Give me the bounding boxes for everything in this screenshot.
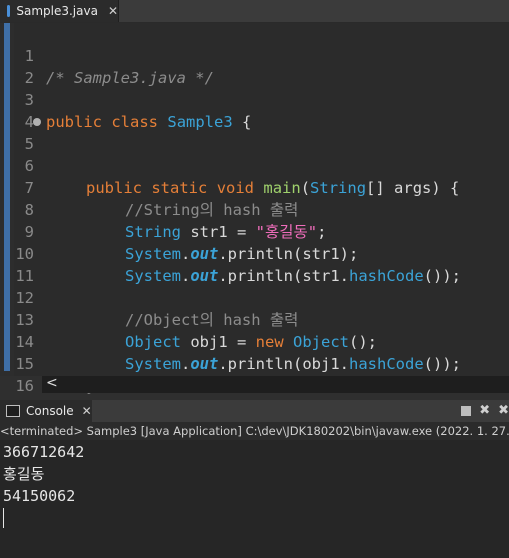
close-icon[interactable]: ✕ <box>108 4 118 18</box>
code-line: 5 public static void main(String[] args)… <box>0 111 509 197</box>
code-line: 1 /* Sample3.java */ <box>0 23 509 87</box>
code-line: 11 <box>0 243 509 285</box>
output-line: 54150062 <box>3 487 76 505</box>
code-line: 9 System.out.println(str1); <box>0 199 509 263</box>
remove-all-icon[interactable]: ✖ <box>498 403 509 418</box>
line-number: 16 <box>15 377 34 395</box>
code-line: 4 <box>0 89 509 131</box>
horizontal-scrollbar[interactable]: < <box>42 375 509 393</box>
tab-console[interactable]: Console ✕ <box>0 400 92 422</box>
code-editor[interactable]: 1 /* Sample3.java */ 2 3 public class Sa… <box>0 23 509 417</box>
code-line: 7 //String의 hash 출력 <box>0 155 509 219</box>
terminate-icon[interactable] <box>461 406 472 416</box>
code-line: 10 System.out.println(str1.hashCode()); <box>0 221 509 285</box>
tab-sample3-java[interactable]: Sample3.java ✕ <box>0 0 119 22</box>
code-line: 15 } <box>0 331 509 395</box>
tab-label: Sample3.java <box>16 4 98 18</box>
code-line: 14 System.out.println(obj1.hashCode()); <box>0 309 509 373</box>
console-output[interactable]: 366712642 홍길동 54150062 <box>0 440 509 558</box>
text-cursor <box>3 508 4 528</box>
code-line: 12 //Object의 hash 출력 <box>0 265 509 329</box>
code-line: 13 Object obj1 = new Object(); <box>0 287 509 351</box>
code-line: 2 <box>0 45 509 87</box>
output-line: 홍길동 <box>3 465 45 483</box>
tab-label: Console <box>26 404 74 418</box>
remove-launch-icon[interactable]: ✖ <box>479 403 490 418</box>
console-tab-bar: Console ✕ ✖ ✖ <box>0 400 509 422</box>
code-line: 8 String str1 = "홍길동"; <box>0 177 509 241</box>
console-icon <box>6 405 20 417</box>
console-status: <terminated> Sample3 [Java Application] … <box>0 422 509 440</box>
scroll-left-icon[interactable]: < <box>46 375 58 391</box>
code-line: 3 public class Sample3 { <box>0 67 509 131</box>
console-toolbar: ✖ ✖ <box>461 403 509 418</box>
code-line: 16 } <box>0 353 509 417</box>
fold-toggle-icon[interactable] <box>33 118 41 126</box>
java-file-icon <box>7 5 11 17</box>
code-line: 6 <box>0 133 509 175</box>
editor-tab-bar: Sample3.java ✕ <box>0 0 509 23</box>
output-line: 366712642 <box>3 443 85 461</box>
close-icon[interactable]: ✕ <box>82 404 92 418</box>
